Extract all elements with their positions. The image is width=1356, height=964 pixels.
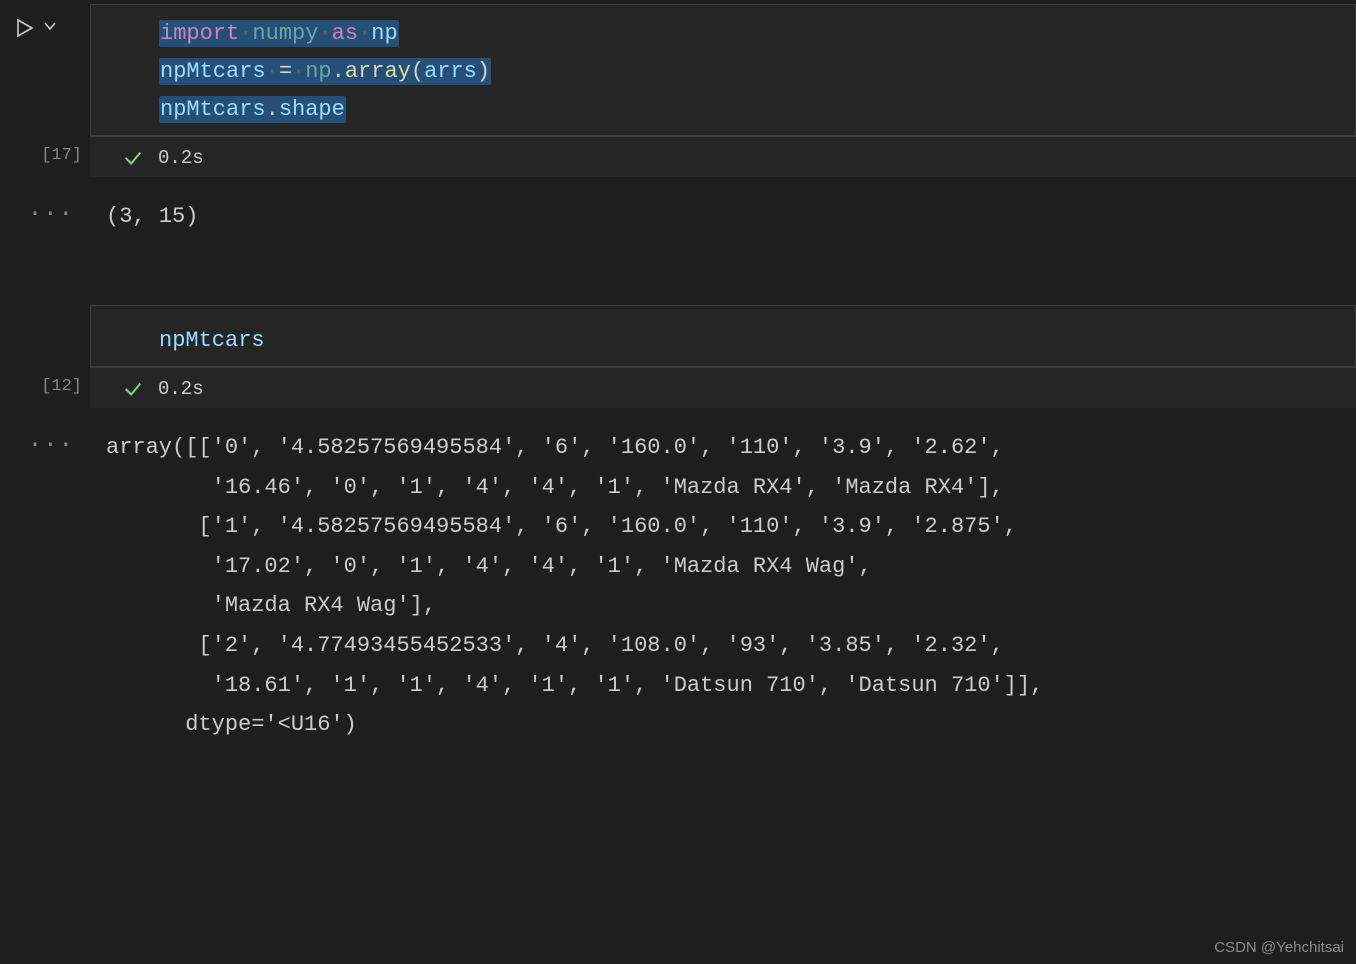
watermark: CSDN @Yehchitsai: [1214, 939, 1344, 956]
cell-2-out-gutter: ···: [0, 426, 90, 745]
run-options-dropdown[interactable]: [42, 18, 58, 40]
exec-time: 0.2s: [158, 378, 204, 400]
cell-1-out-gutter: ···: [0, 195, 90, 237]
code-line: npMtcars: [91, 322, 1355, 360]
code-line: import·numpy·as·np: [91, 15, 1355, 53]
cell-2-output: ··· array([['0', '4.58257569495584', '6'…: [0, 408, 1356, 753]
cell-1-status-row: [17] 0.2s: [0, 136, 1356, 177]
run-cell-button[interactable]: [14, 18, 42, 44]
cell-2-status-bar: 0.2s: [90, 367, 1356, 408]
success-check-icon: [122, 147, 144, 169]
token-arg: arrs: [424, 59, 477, 84]
token-var: npMtcars: [160, 59, 266, 84]
success-check-icon: [122, 378, 144, 400]
token-fn: array: [345, 59, 411, 84]
cell-2-output-text: array([['0', '4.58257569495584', '6', '1…: [90, 426, 1356, 745]
notebook-root: import·numpy·as·np npMtcars·=·np.array(a…: [0, 0, 1356, 964]
token-var: npMtcars: [160, 97, 266, 122]
collapse-output-icon[interactable]: ···: [28, 432, 74, 745]
cell-2-exec-gutter: [12]: [0, 367, 90, 408]
cell-2-gutter: [0, 305, 90, 367]
cell-1-editor[interactable]: import·numpy·as·np npMtcars·=·np.array(a…: [90, 4, 1356, 136]
cell-1-exec-gutter: [17]: [0, 136, 90, 177]
token-var: npMtcars: [159, 328, 265, 353]
cell-1-gutter: [0, 4, 90, 136]
token-module-ref: np: [305, 59, 331, 84]
code-line: npMtcars.shape: [91, 91, 1355, 129]
cell-2-editor[interactable]: npMtcars: [90, 305, 1356, 367]
exec-count: [12]: [41, 377, 82, 396]
play-icon: [14, 18, 34, 38]
cell-1: import·numpy·as·np npMtcars·=·np.array(a…: [0, 4, 1356, 136]
chevron-down-icon: [42, 18, 58, 34]
token-alias: np: [371, 21, 397, 46]
cell-1-output: ··· (3, 15): [0, 177, 1356, 245]
code-line: npMtcars·=·np.array(arrs): [91, 53, 1355, 91]
token-module: numpy: [252, 21, 318, 46]
token-import: import: [160, 21, 239, 46]
token-as: as: [332, 21, 358, 46]
exec-count: [17]: [41, 146, 82, 165]
cell-1-status-bar: 0.2s: [90, 136, 1356, 177]
exec-time: 0.2s: [158, 147, 204, 169]
token-prop: shape: [279, 97, 345, 122]
cell-1-output-text: (3, 15): [90, 195, 1356, 237]
cell-2: npMtcars: [0, 305, 1356, 367]
collapse-output-icon[interactable]: ···: [28, 201, 74, 237]
cell-2-status-row: [12] 0.2s: [0, 367, 1356, 408]
